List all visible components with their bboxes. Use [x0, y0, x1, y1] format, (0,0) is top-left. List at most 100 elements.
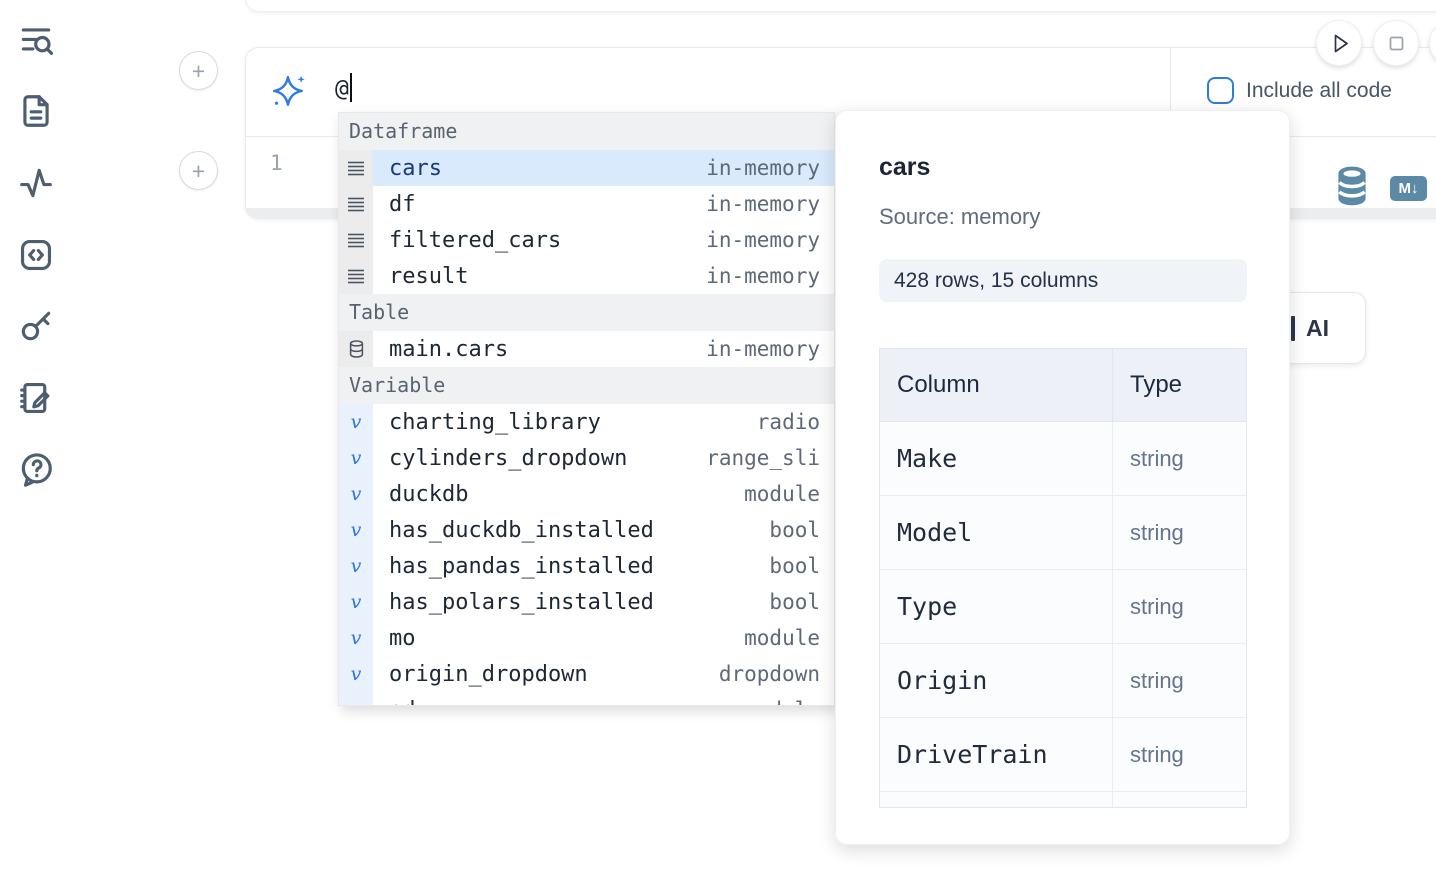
autocomplete-dropdown: Dataframe cars in-memory df in-memory fi…: [338, 112, 835, 706]
autocomplete-item-name: cylinders_dropdown: [389, 446, 627, 471]
autocomplete-item-detail: bool: [769, 518, 820, 542]
sidebar-item-snippets[interactable]: [15, 234, 57, 276]
type-header: Type: [1113, 349, 1182, 421]
sidebar: [0, 0, 72, 874]
table-row: Origin string: [880, 644, 1246, 718]
editor-line-number: 1: [270, 151, 283, 175]
preview-shape-badge: 428 rows, 15 columns: [879, 259, 1247, 302]
autocomplete-item[interactable]: cars in-memory: [339, 150, 834, 186]
autocomplete-item-name: pd: [389, 698, 416, 707]
autocomplete-item-detail: bool: [769, 554, 820, 578]
sidebar-item-files[interactable]: [15, 20, 57, 62]
sidebar-item-documentation[interactable]: [15, 90, 57, 132]
variable-icon: v: [351, 411, 362, 433]
table-row: Type string: [880, 570, 1246, 644]
autocomplete-item-detail: dropdown: [719, 662, 820, 686]
autocomplete-item-name: filtered_cars: [389, 228, 561, 253]
autocomplete-item[interactable]: df in-memory: [339, 186, 834, 222]
autocomplete-item-detail: module: [744, 626, 820, 650]
variable-icon: v: [351, 699, 362, 706]
autocomplete-item-detail: module: [744, 698, 820, 706]
autocomplete-item-name: duckdb: [389, 482, 468, 507]
column-type-cell: string: [1113, 570, 1246, 643]
dataframe-preview-panel: cars Source: memory 428 rows, 15 columns…: [835, 110, 1290, 845]
previous-cell-edge: [245, 0, 1436, 12]
preview-schema-table: Column Type Make string Model string Typ…: [879, 348, 1247, 808]
column-name-cell: Origin: [880, 644, 1113, 717]
variable-icon: v: [351, 591, 362, 613]
play-icon: [1317, 30, 1361, 57]
variable-icon: v: [351, 519, 362, 541]
datasource-button[interactable]: [1336, 166, 1368, 206]
dataframe-icon: [347, 197, 365, 212]
sidebar-item-variables[interactable]: [15, 162, 57, 204]
autocomplete-item-detail: in-memory: [706, 192, 820, 216]
column-header: Column: [880, 349, 1113, 421]
autocomplete-item[interactable]: v mo module: [339, 620, 834, 656]
autocomplete-section-header: Variable: [339, 367, 834, 404]
autocomplete-item[interactable]: filtered_cars in-memory: [339, 222, 834, 258]
autocomplete-item-name: origin_dropdown: [389, 662, 588, 687]
variable-icon: v: [351, 483, 362, 505]
autocomplete-item-name: has_duckdb_installed: [389, 518, 654, 543]
ai-prompt-input[interactable]: @: [335, 73, 352, 102]
add-cell-below-button[interactable]: +: [179, 151, 218, 190]
autocomplete-item[interactable]: main.cars in-memory: [339, 331, 834, 367]
autocomplete-item[interactable]: result in-memory: [339, 258, 834, 294]
autocomplete-item-name: mo: [389, 626, 416, 651]
autocomplete-item[interactable]: v duckdb module: [339, 476, 834, 512]
scratchpad-icon: [17, 405, 55, 420]
help-icon: [17, 477, 55, 492]
autocomplete-item[interactable]: v pd module: [339, 692, 834, 706]
preview-source: Source: memory: [879, 204, 1040, 230]
autocomplete-item[interactable]: v has_polars_installed bool: [339, 584, 834, 620]
table-row-clipped: [880, 792, 1246, 808]
run-cell-button[interactable]: [1316, 20, 1362, 66]
autocomplete-item-name: main.cars: [389, 337, 508, 362]
include-all-code-checkbox[interactable]: [1207, 77, 1234, 104]
file-document-icon: [17, 118, 55, 133]
autocomplete-item-name: result: [389, 264, 468, 289]
dataframe-icon: [347, 233, 365, 248]
autocomplete-item-detail: bool: [769, 590, 820, 614]
activity-icon: [17, 190, 55, 205]
autocomplete-item-detail: radio: [757, 410, 820, 434]
autocomplete-item-detail: in-memory: [706, 156, 820, 180]
table-row: Model string: [880, 496, 1246, 570]
autocomplete-item-detail: module: [744, 482, 820, 506]
dataframe-icon: [347, 161, 365, 176]
list-search-icon: [17, 48, 55, 63]
autocomplete-item[interactable]: v charting_library radio: [339, 404, 834, 440]
sidebar-item-secrets[interactable]: [15, 305, 57, 347]
column-type-cell: string: [1113, 496, 1246, 569]
ai-button-label: AI: [1306, 315, 1329, 342]
autocomplete-item-name: charting_library: [389, 410, 601, 435]
preview-title: cars: [879, 153, 930, 182]
markdown-convert-button[interactable]: M↓: [1390, 176, 1427, 201]
variable-icon: v: [351, 555, 362, 577]
text-caret: [350, 73, 352, 102]
autocomplete-item-name: has_polars_installed: [389, 590, 654, 615]
stop-icon: [1374, 30, 1418, 57]
sidebar-item-help[interactable]: [15, 449, 57, 491]
column-name-cell: Make: [880, 422, 1113, 495]
column-name-cell: Type: [880, 570, 1113, 643]
autocomplete-item[interactable]: v origin_dropdown dropdown: [339, 656, 834, 692]
table-row: Make string: [880, 422, 1246, 496]
add-cell-above-button[interactable]: +: [179, 51, 218, 90]
autocomplete-item[interactable]: v cylinders_dropdown range_sli: [339, 440, 834, 476]
autocomplete-item-name: has_pandas_installed: [389, 554, 654, 579]
clipped-letter: [1291, 316, 1295, 341]
column-name-cell: DriveTrain: [880, 718, 1113, 791]
code-snippet-icon: [17, 262, 55, 277]
autocomplete-item[interactable]: v has_pandas_installed bool: [339, 548, 834, 584]
autocomplete-item[interactable]: v has_duckdb_installed bool: [339, 512, 834, 548]
stop-cell-button[interactable]: [1373, 20, 1419, 66]
sidebar-item-scratchpad[interactable]: [15, 377, 57, 419]
column-type-cell: string: [1113, 422, 1246, 495]
column-name-cell: Model: [880, 496, 1113, 569]
dataframe-icon: [347, 269, 365, 284]
include-all-code-label[interactable]: Include all code: [1246, 79, 1392, 103]
autocomplete-list: Dataframe cars in-memory df in-memory fi…: [339, 113, 834, 706]
table-row: DriveTrain string: [880, 718, 1246, 792]
